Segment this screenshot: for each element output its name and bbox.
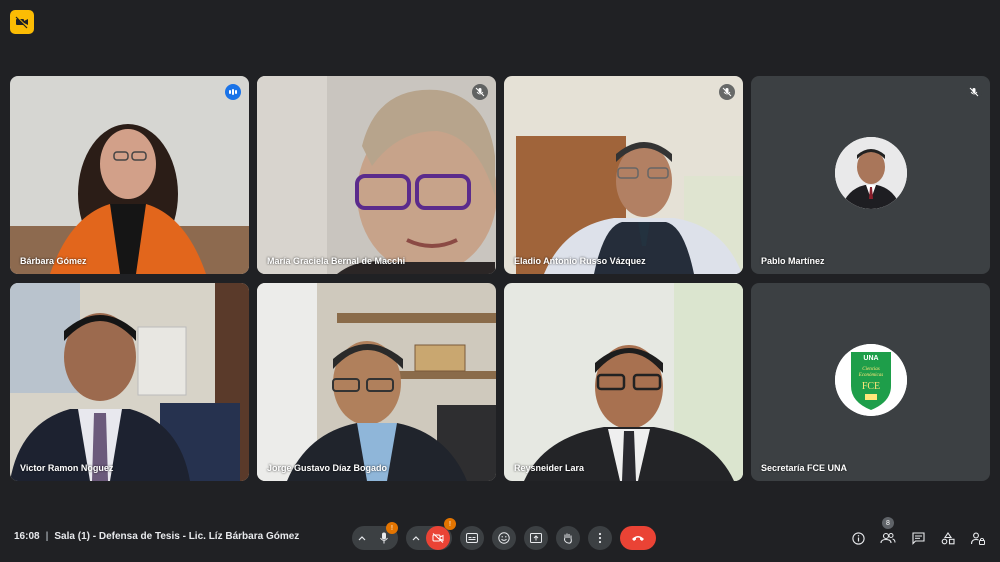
chat-icon xyxy=(911,531,925,545)
camera-control: ! xyxy=(406,518,456,550)
participant-tile[interactable]: Victor Ramon Noguez xyxy=(10,283,249,481)
info-icon xyxy=(851,531,865,545)
camera-alert-badge: ! xyxy=(444,518,456,530)
participant-video xyxy=(10,283,249,481)
more-options-button[interactable] xyxy=(588,526,612,550)
participant-video xyxy=(10,76,249,274)
participant-name: María Graciela Bernal de Macchi xyxy=(267,256,406,266)
participant-video xyxy=(257,76,496,274)
people-count-badge: 8 xyxy=(882,517,894,529)
chevron-up-icon xyxy=(358,536,366,541)
participant-tile[interactable]: Pablo Martínez xyxy=(751,76,990,274)
participant-video xyxy=(504,283,743,481)
participant-name: Jorge Gustavo Díaz Bogado xyxy=(267,463,388,473)
captions-button[interactable] xyxy=(460,526,484,550)
avatar-image xyxy=(834,137,907,209)
mic-control: ! xyxy=(352,522,398,550)
participant-tile[interactable]: Bárbara Gómez xyxy=(10,76,249,274)
camera-options-button[interactable] xyxy=(406,535,426,541)
participant-name: Bárbara Gómez xyxy=(20,256,87,266)
camera-button[interactable]: ! xyxy=(426,518,456,550)
lock-person-icon xyxy=(971,532,985,545)
chat-button[interactable] xyxy=(908,529,928,547)
call-controls: ! ! xyxy=(352,518,656,550)
speaking-indicator xyxy=(225,84,241,100)
participant-name: Pablo Martínez xyxy=(761,256,825,266)
mic-options-button[interactable] xyxy=(352,535,372,541)
meeting-time: 16:08 xyxy=(14,531,40,542)
participant-tile[interactable]: Reysneider Lara xyxy=(504,283,743,481)
meeting-title: Sala (1) - Defensa de Tesis - Lic. Líz B… xyxy=(54,531,300,542)
participant-video xyxy=(257,283,496,481)
raise-hand-button[interactable] xyxy=(556,526,580,550)
mic-button[interactable]: ! xyxy=(372,522,398,544)
participant-video xyxy=(504,76,743,274)
leave-call-button[interactable] xyxy=(620,526,656,550)
svg-text:UNA: UNA xyxy=(863,355,878,362)
mic-alert-badge: ! xyxy=(386,522,398,534)
mic-muted-indicator xyxy=(966,84,982,100)
mic-off-icon xyxy=(475,87,485,97)
participant-tile[interactable]: María Graciela Bernal de Macchi xyxy=(257,76,496,274)
svg-text:Económicas: Económicas xyxy=(857,373,882,378)
hang-up-icon xyxy=(632,536,644,541)
camera-off-icon xyxy=(432,533,444,543)
present-icon xyxy=(530,533,542,543)
participant-tile[interactable]: Eladio Antonio Russo Vázquez xyxy=(504,76,743,274)
chevron-up-icon xyxy=(412,536,420,541)
participant-tile[interactable]: Jorge Gustavo Díaz Bogado xyxy=(257,283,496,481)
mic-muted-indicator xyxy=(719,84,735,100)
avatar xyxy=(834,137,907,209)
participant-name: Reysneider Lara xyxy=(514,463,585,473)
activities-icon xyxy=(941,531,955,544)
present-screen-button[interactable] xyxy=(524,526,548,550)
activities-button[interactable] xyxy=(938,529,958,547)
more-vert-icon xyxy=(598,532,602,544)
participant-tile[interactable]: UNA Ciencias Económicas FCE Secretaría F… xyxy=(751,283,990,481)
mic-off-icon xyxy=(969,87,979,97)
emoji-icon xyxy=(498,532,510,544)
recording-indicator[interactable] xyxy=(10,10,34,34)
avatar: UNA Ciencias Económicas FCE xyxy=(834,344,907,416)
participant-name: Secretaría FCE UNA xyxy=(761,463,848,473)
people-icon xyxy=(880,532,896,544)
mic-off-icon xyxy=(722,87,732,97)
hand-icon xyxy=(564,533,572,544)
meeting-details-button[interactable] xyxy=(848,529,868,547)
side-panel-controls: 8 xyxy=(838,517,988,547)
svg-text:FCE: FCE xyxy=(861,381,879,392)
meeting-info: 16:08 | Sala (1) - Defensa de Tesis - Lic.… xyxy=(14,531,300,542)
captions-icon xyxy=(466,533,478,543)
fce-logo: UNA Ciencias Económicas FCE xyxy=(834,344,907,416)
reactions-button[interactable] xyxy=(492,526,516,550)
mic-muted-indicator xyxy=(472,84,488,100)
audio-wave-icon xyxy=(229,89,237,95)
svg-text:Ciencias: Ciencias xyxy=(862,367,880,372)
participant-name: Victor Ramon Noguez xyxy=(20,463,114,473)
host-controls-button[interactable] xyxy=(968,529,988,547)
participant-name: Eladio Antonio Russo Vázquez xyxy=(514,256,646,266)
mic-icon xyxy=(380,532,388,544)
people-button[interactable]: 8 xyxy=(878,517,898,547)
recording-icon xyxy=(15,15,29,29)
bottom-bar: 16:08 | Sala (1) - Defensa de Tesis - Lic.… xyxy=(0,517,1000,558)
